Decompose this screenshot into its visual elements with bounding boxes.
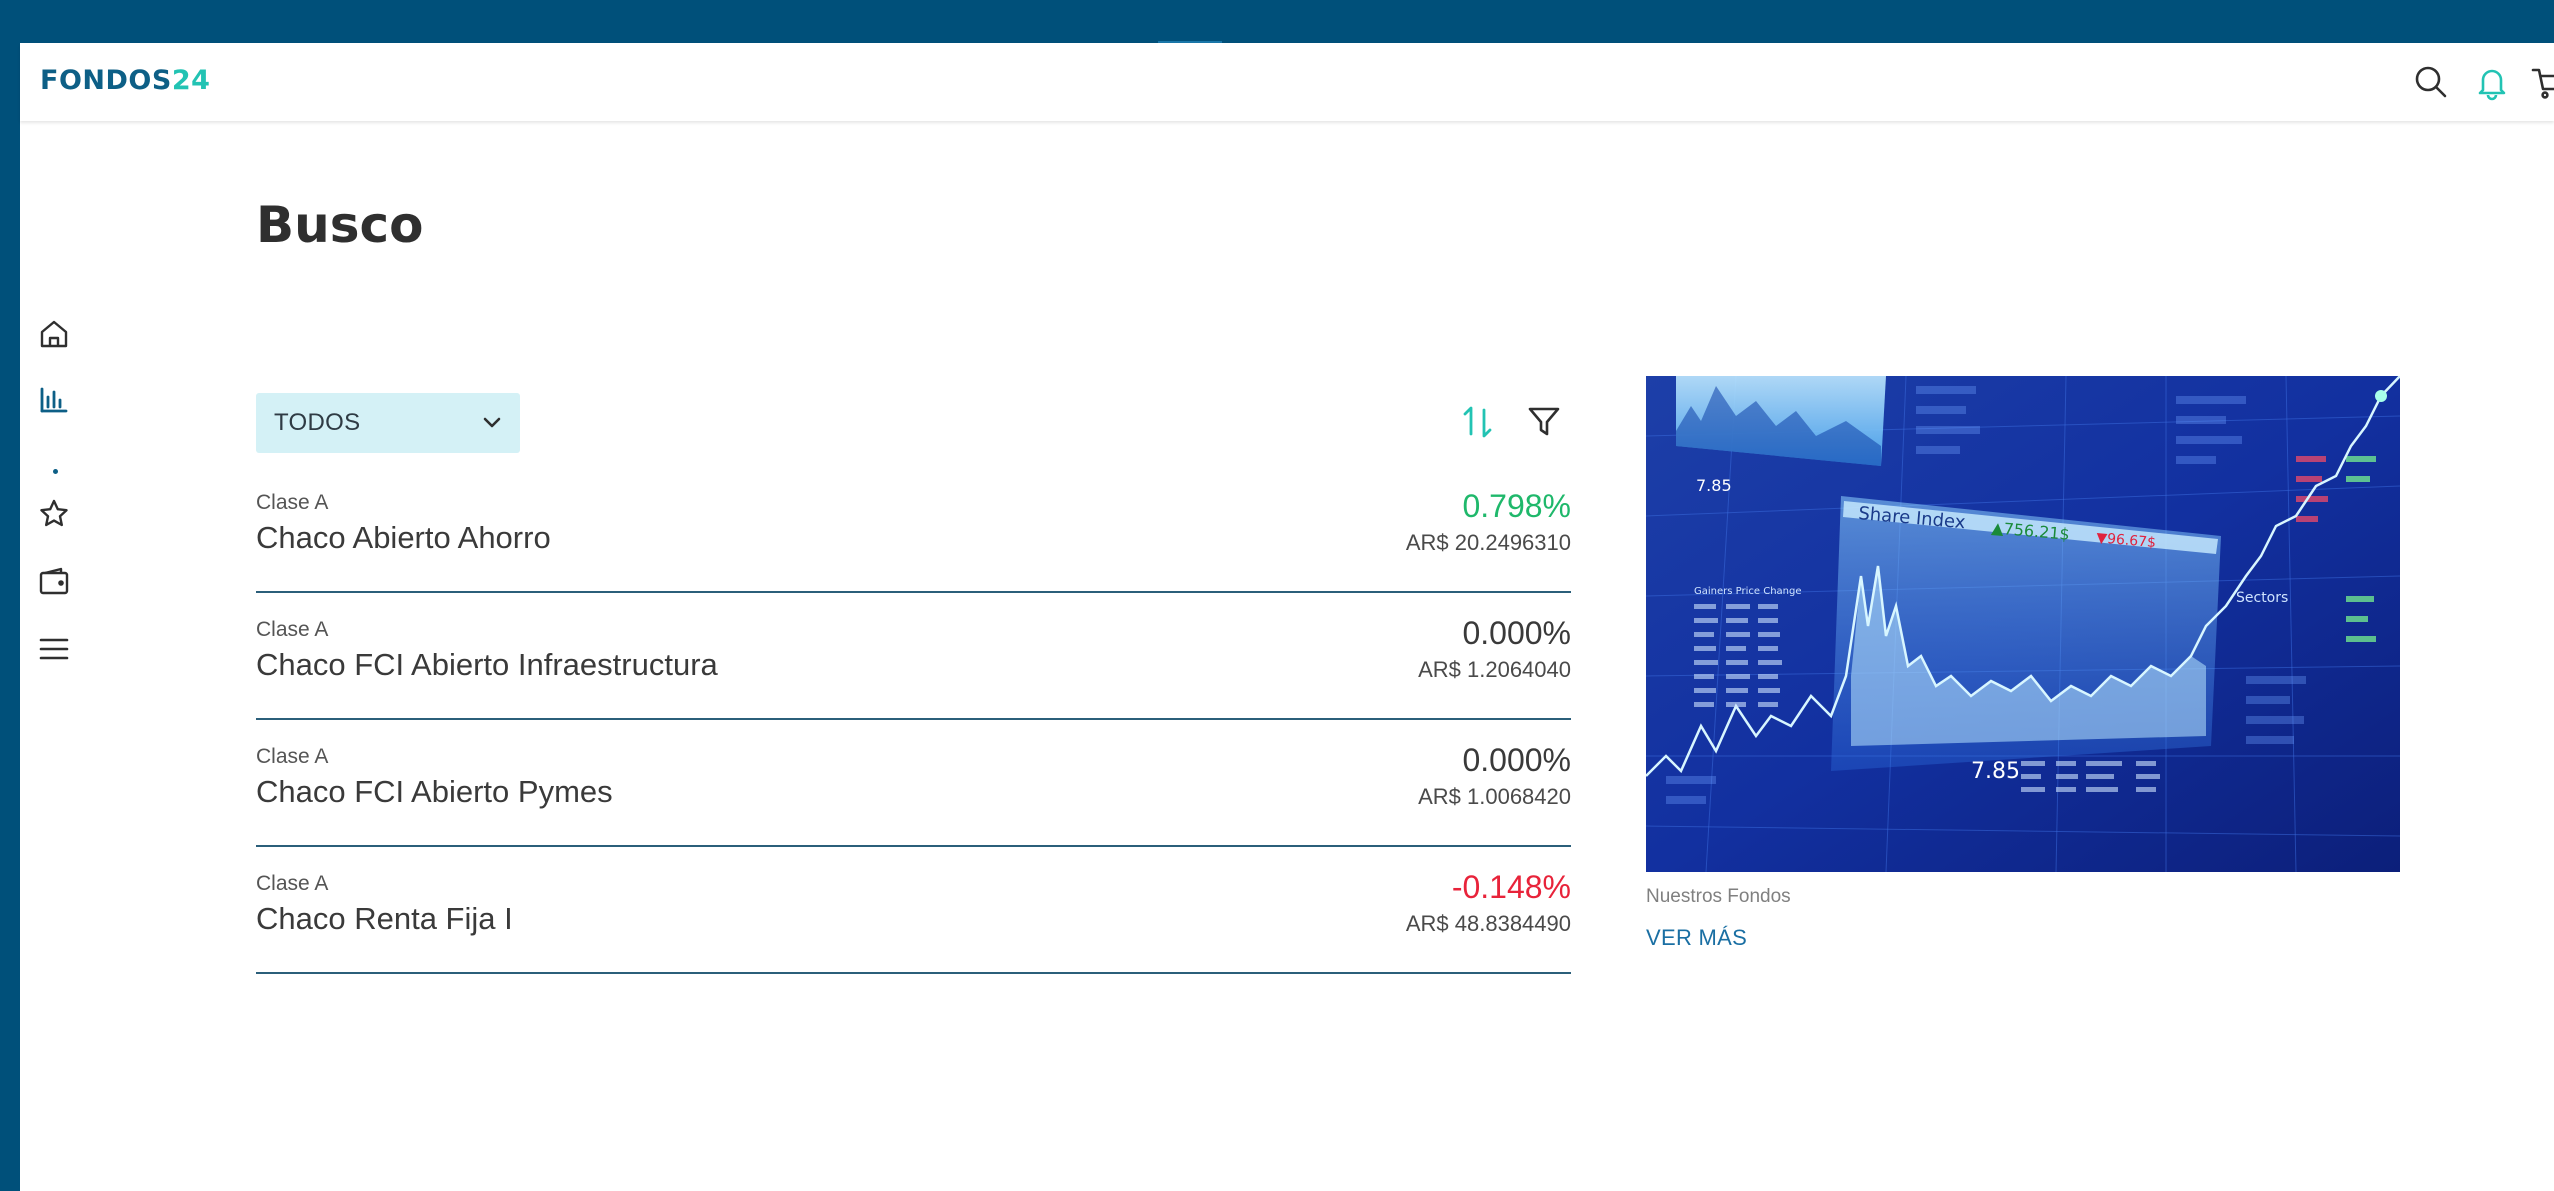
fund-share-price: AR$ 20.2496310: [1405, 530, 1571, 555]
app-window: FONDOS24 Busco TODOS Clase A Chaco Abier…: [20, 43, 2554, 1191]
sidebar-item-menu[interactable]: [36, 631, 76, 671]
page-title: Busco: [256, 196, 424, 254]
fund-name: Chaco FCI Abierto Pymes: [256, 774, 613, 809]
promo-caption: Nuestros Fondos: [1646, 886, 1791, 907]
sort-icon[interactable]: [1456, 400, 1500, 444]
filter-icon[interactable]: [1522, 400, 1566, 444]
fund-name: Chaco FCI Abierto Infraestructura: [256, 647, 718, 682]
fund-share-price: AR$ 1.2064040: [1418, 657, 1571, 682]
fund-change-percent: 0.000%: [1462, 742, 1571, 778]
logo[interactable]: FONDOS24: [40, 65, 210, 96]
logo-text-main: FONDOS: [40, 65, 172, 96]
cart-icon[interactable]: [2530, 63, 2554, 101]
promo-image[interactable]: Share Index ▲756.21$ ▼96.67$ 7.85 7.85 S…: [1646, 376, 2400, 872]
dropdown-selected-value: TODOS: [274, 409, 361, 436]
fund-row[interactable]: Clase A Chaco FCI Abierto Infraestructur…: [256, 593, 1571, 720]
star-icon: [40, 499, 68, 527]
bell-icon[interactable]: [2473, 63, 2511, 101]
fund-class: Clase A: [256, 745, 329, 768]
fund-list: Clase A Chaco Abierto Ahorro 0.798% AR$ …: [256, 466, 1571, 974]
bottom-value-label: 7.85: [1971, 759, 2020, 784]
logo-text-number: 24: [171, 65, 211, 96]
search-icon[interactable]: [2412, 63, 2450, 101]
fund-class: Clase A: [256, 618, 329, 641]
fund-row[interactable]: Clase A Chaco FCI Abierto Pymes 0.000% A…: [256, 720, 1571, 847]
fund-row[interactable]: Clase A Chaco Renta Fija I -0.148% AR$ 4…: [256, 847, 1571, 974]
fund-change-percent: 0.798%: [1462, 488, 1571, 524]
left-value-label: 7.85: [1696, 476, 1732, 495]
sidebar-item-wallet[interactable]: [36, 564, 76, 604]
see-more-link[interactable]: VER MÁS: [1646, 925, 1747, 951]
wallet-icon: [39, 567, 69, 595]
gainers-header-label: Gainers Price Change: [1694, 586, 1802, 597]
fund-class: Clase A: [256, 491, 329, 514]
sidebar-item-home[interactable]: [36, 316, 76, 356]
header-bar: FONDOS24: [20, 43, 2554, 121]
sidebar-item-favorites[interactable]: [36, 496, 76, 536]
fund-name: Chaco Abierto Ahorro: [256, 520, 551, 555]
fund-class: Clase A: [256, 872, 329, 895]
fund-share-price: AR$ 1.0068420: [1418, 784, 1571, 809]
chevron-down-icon: [483, 417, 501, 428]
sectors-label: Sectors: [2236, 590, 2288, 606]
fund-change-percent: 0.000%: [1462, 615, 1571, 651]
menu-icon: [39, 638, 69, 660]
fund-change-percent: -0.148%: [1451, 869, 1571, 905]
fund-row[interactable]: Clase A Chaco Abierto Ahorro 0.798% AR$ …: [256, 466, 1571, 593]
sidebar-item-chart[interactable]: [36, 383, 76, 423]
active-indicator: [53, 469, 58, 474]
fund-share-price: AR$ 48.8384490: [1405, 911, 1571, 936]
fund-type-dropdown[interactable]: TODOS: [256, 393, 520, 453]
fund-name: Chaco Renta Fija I: [256, 901, 513, 936]
home-icon: [40, 320, 68, 348]
chart-icon: [40, 387, 68, 413]
